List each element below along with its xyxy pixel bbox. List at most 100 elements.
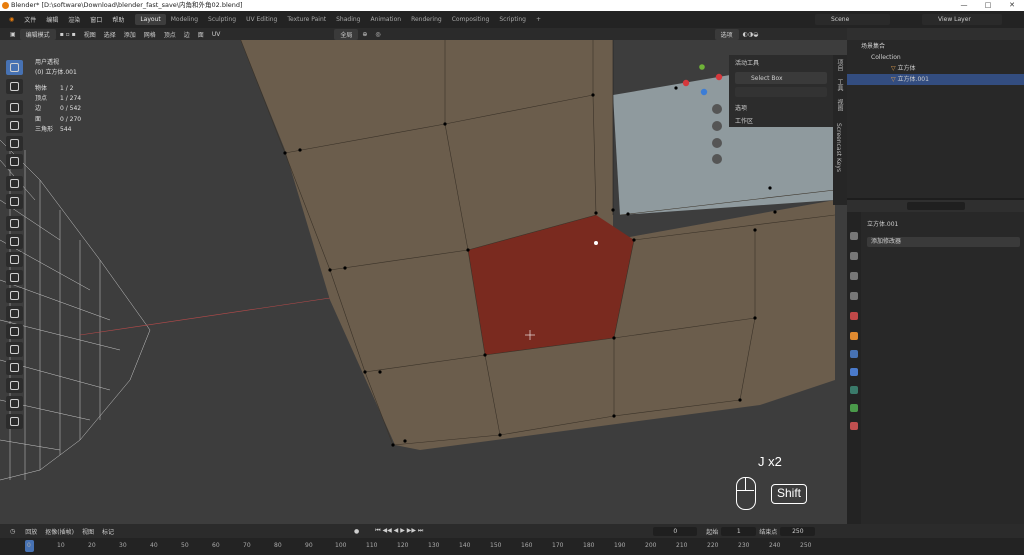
proportional-edit-icon[interactable]: ◎ <box>371 31 384 38</box>
modifier-tab-icon[interactable] <box>850 350 858 358</box>
view-layer-selector[interactable]: View Layer <box>922 14 1002 25</box>
options-section[interactable]: 选项 <box>729 100 833 115</box>
object-tab-icon[interactable] <box>850 332 858 340</box>
tab-compositing[interactable]: Compositing <box>447 14 495 25</box>
tab-scripting[interactable]: Scripting <box>494 14 531 25</box>
add-modifier-dropdown[interactable]: 添加修改器 <box>867 237 1020 247</box>
maximize-button[interactable]: □ <box>976 0 1000 11</box>
transform-orientation-dropdown[interactable]: 全局 <box>334 28 359 40</box>
3d-viewport[interactable] <box>0 38 847 524</box>
start-frame-field[interactable]: 1 <box>721 526 757 536</box>
keying-menu[interactable]: 抠像(插帧) <box>41 527 78 536</box>
add-workspace-button[interactable]: + <box>531 14 546 25</box>
active-tool-header[interactable]: 活动工具 <box>729 55 833 70</box>
tab-shading[interactable]: Shading <box>331 14 365 25</box>
record-button[interactable]: ● <box>348 528 365 535</box>
shrink-fatten-tool[interactable] <box>6 378 23 393</box>
menu-vertex[interactable]: 顶点 <box>160 30 180 39</box>
select-mode-buttons[interactable] <box>735 87 827 97</box>
timeline-editor-icon[interactable]: ◷ <box>4 528 21 535</box>
tab-texture-paint[interactable]: Texture Paint <box>282 14 331 25</box>
outliner-object[interactable]: ▽ 立方体 <box>847 63 1024 74</box>
menu-window[interactable]: 窗口 <box>85 15 107 24</box>
stat-label: 顶点 <box>35 95 48 103</box>
outliner-collection[interactable]: Collection <box>847 52 1024 63</box>
annotate-tool[interactable] <box>6 176 23 191</box>
extrude-tool[interactable] <box>6 216 23 231</box>
physics-tab-icon[interactable] <box>850 386 858 394</box>
snap-icon[interactable]: ⊕ <box>358 31 371 38</box>
editor-type-icon[interactable]: ▣ <box>6 31 20 38</box>
select-mode-icons[interactable]: ▪ ▫ ▪ <box>56 31 80 38</box>
cursor-tool[interactable] <box>6 79 23 94</box>
view-layer-tab-icon[interactable] <box>850 292 858 300</box>
active-vertex[interactable] <box>594 241 598 245</box>
playback-controls[interactable]: ⏮ ◀◀ ◀ ▶ ▶▶ ⏭ <box>365 527 433 535</box>
material-tab-icon[interactable] <box>850 422 858 430</box>
knife-tool[interactable] <box>6 288 23 303</box>
menu-face[interactable]: 面 <box>194 30 208 39</box>
inset-tool[interactable] <box>6 234 23 249</box>
current-frame-field[interactable]: 0 <box>653 526 698 536</box>
timeline-ruler[interactable]: 0 10 20 30 40 50 60 70 80 90 100 110 120… <box>0 538 1024 555</box>
tool-tab-icon[interactable] <box>850 232 858 240</box>
tab-item[interactable]: 项目 <box>835 59 844 71</box>
rip-tool[interactable] <box>6 414 23 429</box>
menu-add[interactable]: 添加 <box>120 30 140 39</box>
tab-tool[interactable]: 工具 <box>835 79 844 91</box>
menu-view[interactable]: 视图 <box>80 30 100 39</box>
menu-help[interactable]: 帮助 <box>107 15 129 24</box>
output-tab-icon[interactable] <box>850 272 858 280</box>
outliner-object-selected[interactable]: ▽ 立方体.001 <box>847 74 1024 85</box>
menu-render[interactable]: 渲染 <box>63 15 85 24</box>
scene-tab-icon[interactable] <box>850 312 858 320</box>
workspace-section[interactable]: 工作区 <box>729 115 833 126</box>
close-button[interactable]: ✕ <box>1000 0 1024 11</box>
tab-modeling[interactable]: Modeling <box>166 14 203 25</box>
edge-slide-tool[interactable] <box>6 360 23 375</box>
tab-uv-editing[interactable]: UV Editing <box>241 14 282 25</box>
spin-tool[interactable] <box>6 324 23 339</box>
select-box-tool[interactable] <box>6 60 23 75</box>
blender-menu-icon[interactable]: ◉ <box>4 16 19 23</box>
minimize-button[interactable]: — <box>952 0 976 11</box>
tab-screencast-keys[interactable]: Screencast Keys <box>835 123 842 172</box>
rotate-tool[interactable] <box>6 118 23 133</box>
scene-selector[interactable]: Scene <box>815 14 890 25</box>
data-tab-icon[interactable] <box>850 404 858 412</box>
overlay-options-dropdown[interactable]: 选项 <box>714 28 739 40</box>
poly-build-tool[interactable] <box>6 306 23 321</box>
tab-view[interactable]: 视图 <box>835 99 844 111</box>
outliner-scene-collection[interactable]: 场景集合 <box>847 41 1024 52</box>
transform-tool[interactable] <box>6 154 23 169</box>
move-tool[interactable] <box>6 100 23 115</box>
end-frame-field[interactable]: 250 <box>780 526 816 536</box>
measure-tool[interactable] <box>6 194 23 209</box>
select-box-button[interactable]: Select Box <box>735 72 827 84</box>
shading-modes-icon[interactable]: ◐◑◒ <box>739 31 763 38</box>
playback-menu[interactable]: 回放 <box>21 527 41 536</box>
measure-icon <box>10 197 19 206</box>
menu-file[interactable]: 文件 <box>19 15 41 24</box>
tab-rendering[interactable]: Rendering <box>406 14 447 25</box>
render-tab-icon[interactable] <box>850 252 858 260</box>
menu-select[interactable]: 选择 <box>100 30 120 39</box>
mode-selector[interactable]: 编辑模式 <box>19 28 56 40</box>
shear-tool[interactable] <box>6 396 23 411</box>
smooth-tool[interactable] <box>6 342 23 357</box>
tab-layout[interactable]: Layout <box>135 14 166 25</box>
menu-mesh[interactable]: 网格 <box>140 30 160 39</box>
menu-edit[interactable]: 编辑 <box>41 15 63 24</box>
particles-tab-icon[interactable] <box>850 368 858 376</box>
tab-sculpting[interactable]: Sculpting <box>203 14 241 25</box>
menu-edge[interactable]: 边 <box>180 30 194 39</box>
loop-cut-tool[interactable] <box>6 270 23 285</box>
marker-menu[interactable]: 标记 <box>98 527 118 536</box>
bevel-tool[interactable] <box>6 252 23 267</box>
menu-uv[interactable]: UV <box>208 31 225 38</box>
scale-tool[interactable] <box>6 136 23 151</box>
tab-animation[interactable]: Animation <box>365 14 406 25</box>
properties-search-input[interactable] <box>907 202 965 210</box>
tick-label: 10 <box>57 542 65 549</box>
view-menu[interactable]: 视图 <box>78 527 98 536</box>
